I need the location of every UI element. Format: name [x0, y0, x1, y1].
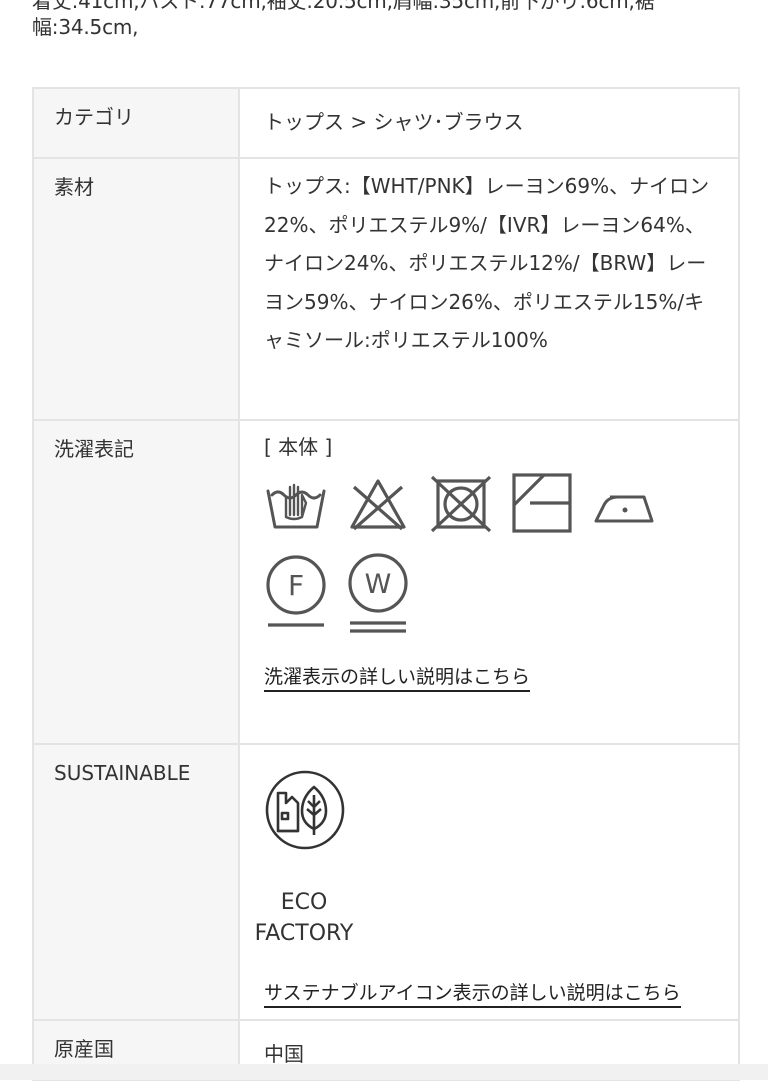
eco-label-line1: ECO: [280, 890, 328, 915]
no-bleach-icon: [350, 479, 406, 531]
care-section-heading: [ 本体 ]: [264, 435, 333, 459]
care-label: 洗濯表記: [32, 419, 240, 745]
svg-text:W: W: [365, 569, 392, 600]
material-value: トップス:【WHT/PNK】レーヨン69%、ナイロン22%、ポリエステル9%/【…: [264, 174, 710, 352]
category-label: カテゴリ: [32, 87, 240, 159]
category-value: トップス > シャツ･ブラウス: [238, 87, 740, 159]
svg-text:F: F: [288, 569, 304, 602]
dry-clean-f-icon: F: [266, 555, 326, 627]
product-spec-table: カテゴリ トップス > シャツ･ブラウス 素材 トップス:【WHT/PNK】レー…: [32, 87, 740, 1081]
hand-wash-icon: [266, 483, 326, 529]
spec-row-material: 素材 トップス:【WHT/PNK】レーヨン69%、ナイロン22%、ポリエステル9…: [32, 157, 740, 421]
sustainable-label: SUSTAINABLE: [32, 743, 240, 1021]
sustainable-details-link[interactable]: サステナブルアイコン表示の詳しい説明はこちら: [264, 981, 681, 1008]
care-icons-row: [264, 473, 718, 537]
spec-row-care: 洗濯表記 [ 本体 ] F W 洗濯表示の詳しい説明はこちら: [32, 419, 740, 745]
bottom-bar: [0, 1064, 768, 1080]
spec-row-category: カテゴリ トップス > シャツ･ブラウス: [32, 87, 740, 159]
care-details-link[interactable]: 洗濯表示の詳しい説明はこちら: [264, 665, 531, 692]
line-dry-shade-icon: [512, 473, 572, 533]
eco-factory-icon: [265, 770, 345, 850]
spec-row-sustainable: SUSTAINABLE ECO FACTORY サステナブルアイコン表示の詳しい…: [32, 743, 740, 1021]
material-label: 素材: [32, 157, 240, 421]
care-icons-row-2: F W: [264, 553, 718, 635]
size-details-text: 着丈:41cm,バスト:77cm,袖丈:20.5cm,肩幅:35cm,前下がり:…: [32, 0, 655, 39]
eco-label-line2: FACTORY: [254, 921, 354, 946]
wet-clean-gentle-icon: W: [348, 553, 408, 633]
eco-factory-badge: ECO FACTORY: [244, 769, 384, 949]
no-tumble-dry-icon: [430, 475, 492, 533]
low-iron-icon: [594, 495, 654, 523]
